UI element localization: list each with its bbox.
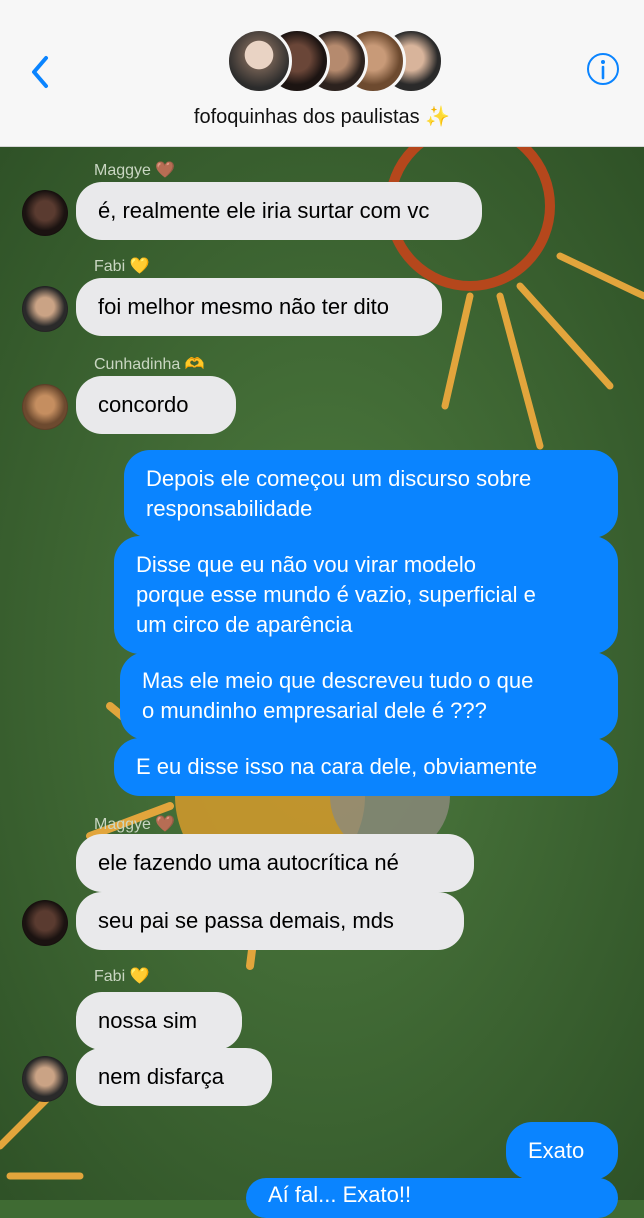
sender-name: Maggye 🤎 [94, 816, 176, 833]
group-name: fofoquinhas dos paulistas [193, 106, 420, 128]
message-text: Aí fal... Exato!! [268, 1182, 412, 1207]
group-title[interactable]: fofoquinhas dos paulistas ✨ [0, 104, 644, 129]
sparkles-emoji: ✨ [425, 106, 451, 128]
sender-name: Fabi 💛 [94, 258, 150, 275]
chevron-left-icon [32, 56, 48, 88]
message-text: nossa sim [98, 1008, 198, 1033]
message-text-line: Depois ele começou um discurso sobre [146, 466, 532, 491]
outgoing-message[interactable]: Mas ele meio que descreveu tudo o que o … [120, 652, 618, 740]
message-text-line: responsabilidade [146, 496, 313, 521]
info-icon [587, 53, 619, 85]
outgoing-message[interactable]: Disse que eu não vou virar modelo porque… [114, 536, 618, 654]
message-text-line: porque esse mundo é vazio, superficial e [136, 582, 536, 607]
message-list[interactable]: Maggye 🤎 é, realmente ele iria surtar co… [0, 146, 644, 1218]
message-text: nem disfarça [98, 1064, 224, 1089]
avatar [22, 384, 68, 430]
outgoing-message[interactable]: Aí fal... Exato!! [246, 1178, 618, 1218]
incoming-message[interactable]: concordo [76, 376, 236, 434]
message-text: é, realmente ele iria surtar com vc [98, 198, 430, 223]
message-text: E eu disse isso na cara dele, obviamente [136, 754, 538, 779]
group-avatars[interactable] [226, 28, 444, 98]
message-text-line: o mundinho empresarial dele é ??? [142, 698, 487, 723]
incoming-message[interactable]: ele fazendo uma autocrítica né [76, 834, 474, 892]
message-text: concordo [98, 392, 189, 417]
outgoing-message[interactable]: E eu disse isso na cara dele, obviamente [114, 738, 618, 796]
message-text-line: Disse que eu não vou virar modelo [136, 552, 476, 577]
sender-name: Cunhadinha 🫶 [94, 356, 205, 373]
avatar [22, 900, 68, 946]
info-button[interactable] [586, 52, 620, 86]
incoming-message[interactable]: nossa sim [76, 992, 242, 1050]
message-text-line: Mas ele meio que descreveu tudo o que [142, 668, 534, 693]
incoming-message[interactable]: nem disfarça [76, 1048, 272, 1106]
sender-name: Fabi 💛 [94, 968, 150, 985]
outgoing-message[interactable]: Depois ele começou um discurso sobre res… [124, 450, 618, 538]
sender-name: Maggye 🤎 [94, 162, 176, 179]
avatar [226, 28, 292, 94]
message-text: foi melhor mesmo não ter dito [98, 294, 390, 319]
message-text-line: um circo de aparência [136, 612, 353, 637]
back-button[interactable] [22, 50, 62, 94]
avatar [22, 286, 68, 332]
incoming-message[interactable]: é, realmente ele iria surtar com vc [76, 182, 482, 240]
outgoing-message[interactable]: Exato [506, 1122, 618, 1180]
message-text: Exato [528, 1138, 585, 1163]
incoming-message[interactable]: foi melhor mesmo não ter dito [76, 278, 442, 336]
avatar [22, 1056, 68, 1102]
chat-header: fofoquinhas dos paulistas ✨ [0, 0, 644, 147]
message-text: seu pai se passa demais, mds [98, 908, 394, 933]
incoming-message[interactable]: seu pai se passa demais, mds [76, 892, 464, 950]
message-text: ele fazendo uma autocrítica né [98, 850, 399, 875]
avatar [22, 190, 68, 236]
